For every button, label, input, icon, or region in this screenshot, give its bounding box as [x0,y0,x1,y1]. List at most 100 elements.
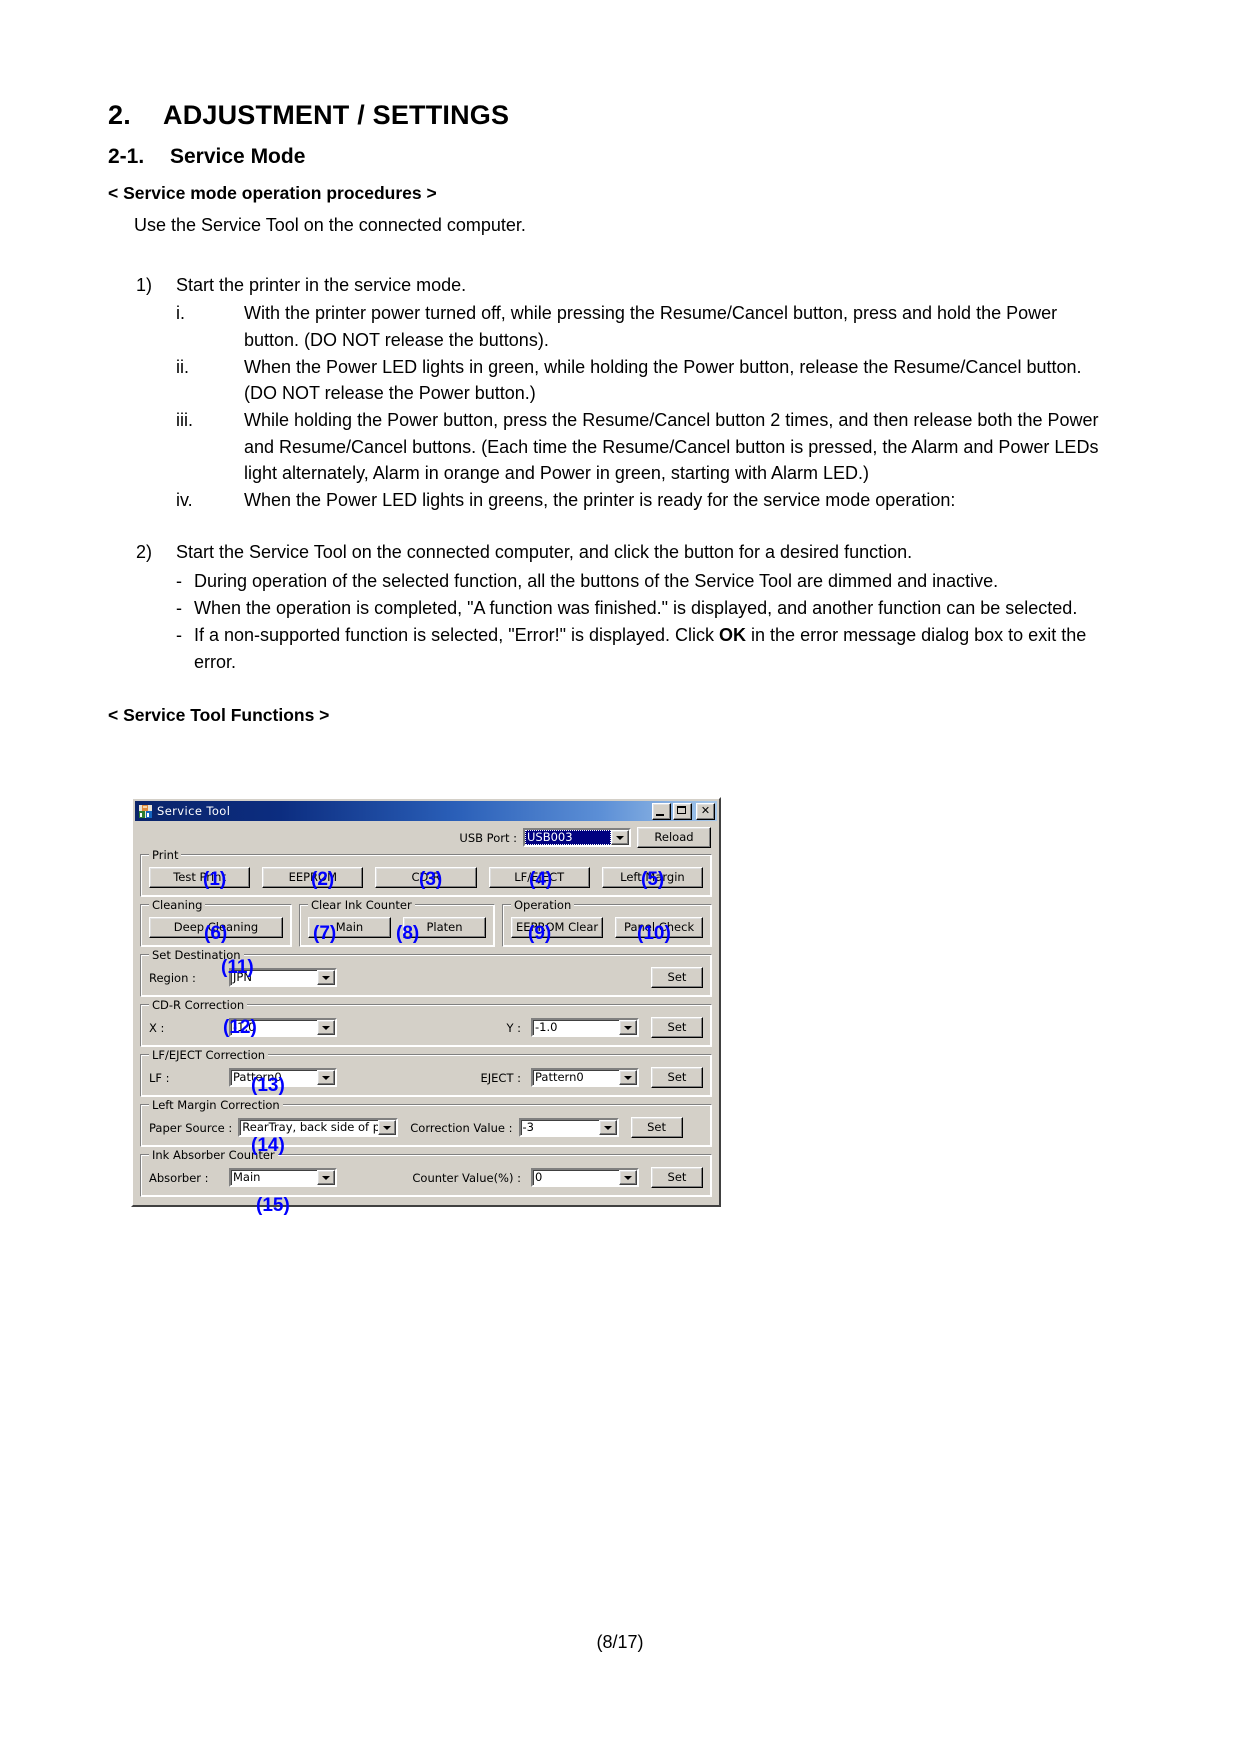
paper-source-select[interactable]: RearTray, back side of pap [238,1118,399,1137]
note-emphasis: OK [719,625,747,646]
eject-select[interactable]: Pattern0 [531,1068,639,1087]
operation-button-row: EEPROM Clear Panel Check [511,917,703,938]
document-page: 2. ADJUSTMENT / SETTINGS 2-1. Service Mode… [0,0,1240,1754]
set-destination-group-title: Set Destination [149,948,244,962]
section-heading: 2-1. Service Mode [108,145,1108,169]
chevron-down-icon[interactable] [619,1020,637,1035]
clear-ink-button-row: Main Platen [308,917,486,938]
substep-marker: ii. [176,356,189,377]
note-text: If a non-supported function is selected,… [194,625,720,646]
close-icon[interactable]: ✕ [696,802,715,820]
eject-value: Pattern0 [535,1070,584,1084]
left-margin-correction-group: Left Margin Correction Paper Source : Re… [140,1098,712,1147]
step-marker: 1) [136,275,153,296]
correction-value: -3 [522,1120,534,1134]
counter-value-select[interactable]: 0 [531,1168,639,1187]
set-cdr-correction-button[interactable]: Set [651,1017,703,1038]
usb-port-select[interactable]: USB003 [523,828,631,847]
substep-text: With the printer power turned off, while… [244,303,1058,350]
test-print-button[interactable]: Test Print [149,867,251,888]
chevron-down-icon[interactable] [317,970,335,985]
cdr-y-select[interactable]: -1.0 [531,1018,639,1037]
list-item: i. With the printer power turned off, wh… [176,300,1108,353]
cdr-x-value: -1.0 [233,1020,256,1034]
substep-marker: i. [176,303,185,324]
cleaning-button-row: Deep Cleaning [149,917,283,938]
region-select[interactable]: JPN [229,968,337,987]
cdr-correction-group-title: CD-R Correction [149,998,248,1012]
usb-port-label: USB Port : [459,830,517,845]
window-controls: ✕ [652,802,715,820]
chevron-down-icon[interactable] [619,1070,637,1085]
substep-marker: iv. [176,490,193,511]
mid-groups-row: Cleaning Deep Cleaning Clear Ink Counter… [140,898,712,947]
clear-ink-group-title: Clear Ink Counter [308,898,415,912]
set-left-margin-button[interactable]: Set [630,1117,683,1138]
minimize-icon[interactable] [652,802,671,820]
deep-cleaning-button[interactable]: Deep Cleaning [149,917,283,938]
chevron-down-icon[interactable] [317,1070,335,1085]
chevron-down-icon[interactable] [317,1020,335,1035]
reload-button[interactable]: Reload [637,827,711,848]
clear-ink-platen-button[interactable]: Platen [403,917,486,938]
eeprom-print-button[interactable]: EEPROM [262,867,364,888]
cd-r-print-button[interactable]: CD-R [375,867,477,888]
set-lf-eject-button[interactable]: Set [651,1067,703,1088]
substep-list: i. With the printer power turned off, wh… [176,300,1108,513]
intro-paragraph: Use the Service Tool on the connected co… [134,215,526,235]
chevron-down-icon[interactable] [611,830,629,845]
page-footer: (8/17) [596,1632,644,1652]
maximize-icon[interactable] [673,802,692,820]
step-marker: 2) [136,542,153,563]
ink-absorber-counter-group: Ink Absorber Counter Absorber : Main Cou… [140,1148,712,1197]
absorber-select[interactable]: Main [229,1168,337,1187]
chevron-down-icon[interactable] [619,1170,637,1185]
list-item: iii. While holding the Power button, pre… [176,407,1108,486]
cleaning-group: Cleaning Deep Cleaning [140,898,292,947]
region-row: Region : JPN Set [149,967,703,988]
note-marker: - [176,625,182,646]
procedure-list: 1) Start the printer in the service mode… [108,272,1108,675]
substep-text: While holding the Power button, press th… [244,410,1099,483]
clear-ink-main-button[interactable]: Main [308,917,391,938]
cdr-correction-group: CD-R Correction X : -1.0 Y : -1.0 Set [140,998,712,1047]
print-button-row: Test Print EEPROM CD-R LF/EJECT Left Mar… [149,867,704,888]
correction-value-select[interactable]: -3 [518,1118,619,1137]
cleaning-group-title: Cleaning [149,898,206,912]
cdr-x-select[interactable]: -1.0 [229,1018,337,1037]
section-number: 2-1. [108,145,145,168]
paper-source-value: RearTray, back side of pap [242,1120,379,1134]
chevron-down-icon[interactable] [378,1120,397,1135]
list-item: iv. When the Power LED lights in greens,… [176,487,1108,513]
chapter-number: 2. [108,100,131,130]
note-marker: - [176,598,182,619]
document-body: 2. ADJUSTMENT / SETTINGS 2-1. Service Mode… [108,100,1108,726]
list-item: 1) Start the printer in the service mode… [108,272,1108,513]
print-group: Print Test Print EEPROM CD-R LF/EJECT Le… [140,848,712,897]
dialog-frame: Service Tool ✕ USB Port : USB003 Reload [131,797,721,1207]
eeprom-clear-button[interactable]: EEPROM Clear [511,917,604,938]
functions-heading: < Service Tool Functions > [108,704,330,725]
set-destination-button[interactable]: Set [651,967,703,988]
page-title: 2. ADJUSTMENT / SETTINGS [108,100,1108,131]
absorber-label: Absorber : [149,1170,209,1185]
chevron-down-icon[interactable] [598,1120,617,1135]
service-tool-icon [138,804,153,819]
substep-text: When the Power LED lights in greens, the… [244,490,956,511]
region-label: Region : [149,970,196,985]
list-item: - If a non-supported function is selecte… [176,622,1108,675]
lf-eject-group-title: LF/EJECT Correction [149,1048,269,1062]
title-bar[interactable]: Service Tool ✕ [135,801,717,821]
lf-eject-print-button[interactable]: LF/EJECT [488,867,590,888]
absorber-value: Main [233,1170,261,1184]
section-title: Service Mode [170,145,306,168]
panel-check-button[interactable]: Panel Check [615,917,703,938]
lf-select[interactable]: Pattern0 [229,1068,337,1087]
set-destination-group: Set Destination Region : JPN Set [140,948,712,997]
paper-source-label: Paper Source : [149,1120,233,1135]
left-margin-print-button[interactable]: Left Margin [601,867,704,888]
region-value: JPN [233,970,252,984]
set-ink-absorber-button[interactable]: Set [651,1167,703,1188]
chevron-down-icon[interactable] [317,1170,335,1185]
